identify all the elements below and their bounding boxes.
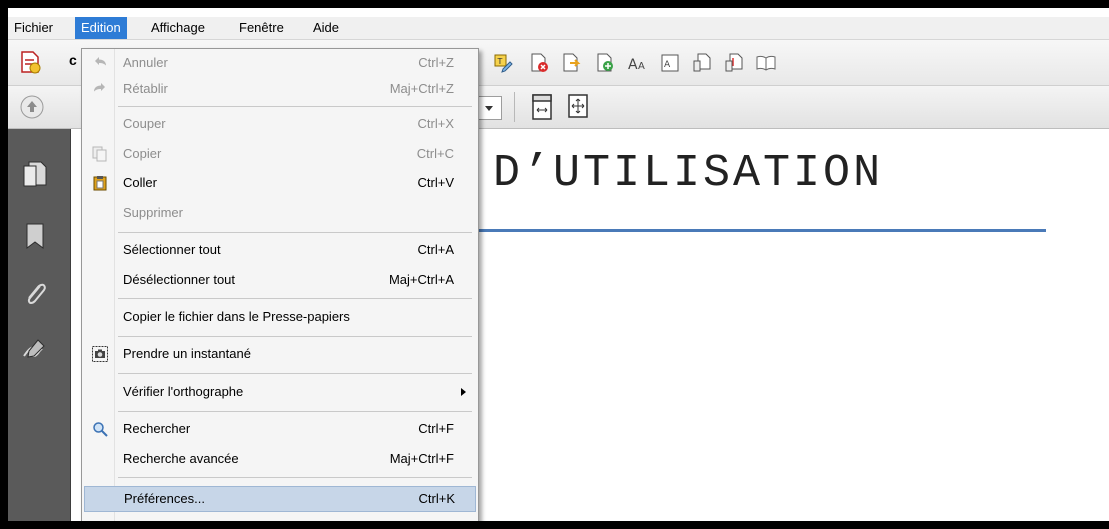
- menu-item-shortcut: Ctrl+F: [418, 421, 454, 436]
- edition-menu: Annuler Ctrl+Z Rétablir Maj+Ctrl+Z Coupe…: [81, 48, 479, 521]
- menu-item-label: Couper: [123, 116, 166, 131]
- title-underline: [403, 229, 1046, 232]
- menu-item-label: Copier le fichier dans le Presse-papiers: [123, 309, 350, 324]
- menu-item-coller[interactable]: Coller Ctrl+V: [84, 170, 474, 196]
- menu-item-label: Rétablir: [123, 81, 168, 96]
- delete-page-icon[interactable]: [529, 53, 549, 73]
- menu-bar: Fichier Edition Affichage Fenêtre Aide: [8, 17, 1109, 40]
- toolbar-divider: [514, 92, 515, 122]
- chevron-down-icon: [485, 106, 493, 111]
- extract-page-icon[interactable]: [561, 53, 581, 73]
- submenu-arrow-icon: [461, 388, 466, 396]
- zoom-dropdown-button[interactable]: [478, 96, 502, 120]
- signature-icon[interactable]: [20, 334, 50, 364]
- menu-item-shortcut: Ctrl+C: [416, 146, 454, 161]
- svg-text:A: A: [638, 61, 645, 72]
- menu-item-shortcut: Maj+Ctrl+Z: [389, 81, 454, 96]
- undo-icon: [95, 57, 106, 66]
- acrobat-window: Fichier Edition Affichage Fenêtre Aide c…: [8, 8, 1109, 521]
- menu-item-retablir[interactable]: Rétablir Maj+Ctrl+Z: [84, 76, 474, 102]
- menu-separator: [118, 411, 472, 412]
- menu-item-prendre-instantane[interactable]: Prendre un instantané: [84, 341, 474, 367]
- menu-item-label: Prendre un instantané: [123, 346, 251, 361]
- menu-item-annuler[interactable]: Annuler Ctrl+Z: [84, 50, 474, 76]
- svg-text:T: T: [497, 57, 503, 66]
- menu-item-label: Rechercher: [123, 421, 191, 436]
- menu-edition[interactable]: Edition: [75, 17, 127, 39]
- redo-icon: [94, 83, 105, 92]
- menu-item-shortcut: Maj+Ctrl+A: [388, 272, 454, 287]
- menu-item-verifier-orthographe[interactable]: Vérifier l'orthographe: [84, 379, 474, 405]
- menu-item-shortcut: Ctrl+X: [417, 116, 454, 131]
- svg-text:A: A: [664, 60, 671, 70]
- menu-item-label: Supprimer: [123, 205, 183, 220]
- page-up-icon[interactable]: [20, 95, 44, 119]
- menu-item-label: Copier: [123, 146, 162, 161]
- menu-item-shortcut: Ctrl+A: [417, 242, 454, 257]
- menu-item-selectionner-tout[interactable]: Sélectionner tout Ctrl+A: [84, 237, 474, 263]
- menu-item-rechercher[interactable]: Rechercher Ctrl+F: [84, 416, 474, 442]
- menu-item-shortcut: Maj+Ctrl+F: [389, 451, 454, 466]
- attachment-icon[interactable]: [20, 279, 50, 309]
- menu-item-label: Recherche avancée: [123, 451, 239, 466]
- menu-item-shortcut: Ctrl+Z: [418, 55, 454, 70]
- navigation-panel: [8, 129, 71, 521]
- menu-separator: [118, 373, 472, 374]
- menu-item-label: Préférences...: [124, 491, 205, 506]
- menu-item-label: Coller: [123, 175, 157, 190]
- text-size-icon[interactable]: A A: [628, 53, 648, 73]
- fit-page-icon[interactable]: [530, 94, 554, 120]
- create-pdf-icon[interactable]: [18, 50, 42, 74]
- menu-item-couper[interactable]: Couper Ctrl+X: [84, 111, 474, 137]
- menu-separator: [118, 477, 472, 478]
- menu-item-label: Sélectionner tout: [123, 242, 221, 257]
- menu-separator: [118, 232, 472, 233]
- image-icon[interactable]: A: [660, 53, 680, 73]
- menu-item-copier-fichier[interactable]: Copier le fichier dans le Presse-papiers: [84, 304, 474, 330]
- fit-width-icon[interactable]: [566, 94, 590, 120]
- book-icon[interactable]: [756, 53, 776, 73]
- menu-item-deselectionner-tout[interactable]: Désélectionner tout Maj+Ctrl+A: [84, 267, 474, 293]
- menu-separator: [118, 106, 472, 107]
- svg-text:A: A: [628, 57, 638, 73]
- menu-item-shortcut: Ctrl+V: [417, 175, 454, 190]
- pages-icon[interactable]: [20, 159, 50, 189]
- highlight-icon[interactable]: T: [493, 53, 513, 73]
- menu-item-label: Désélectionner tout: [123, 272, 236, 287]
- menu-fenetre[interactable]: Fenêtre: [233, 17, 290, 39]
- menu-separator: [118, 336, 472, 337]
- camera-icon: [92, 346, 108, 362]
- paste-icon: [93, 176, 107, 191]
- toolbar-partial-label: c: [69, 52, 77, 68]
- menu-fichier[interactable]: Fichier: [8, 17, 59, 39]
- menu-item-shortcut: Ctrl+K: [418, 491, 455, 506]
- document-icon[interactable]: [692, 53, 712, 73]
- search-icon: [93, 422, 108, 437]
- menu-item-copier[interactable]: Copier Ctrl+C: [84, 141, 474, 167]
- menu-aide[interactable]: Aide: [307, 17, 345, 39]
- menu-item-preferences[interactable]: Préférences... Ctrl+K: [84, 486, 476, 512]
- document-icon[interactable]: [724, 53, 744, 73]
- menu-separator: [118, 298, 472, 299]
- menu-affichage[interactable]: Affichage: [145, 17, 211, 39]
- bookmark-icon[interactable]: [20, 221, 50, 251]
- menu-item-supprimer[interactable]: Supprimer: [84, 200, 474, 226]
- menu-item-recherche-avancee[interactable]: Recherche avancée Maj+Ctrl+F: [84, 446, 474, 472]
- insert-page-icon[interactable]: [595, 53, 615, 73]
- menu-item-label: Annuler: [123, 55, 168, 70]
- menu-item-label: Vérifier l'orthographe: [123, 384, 244, 399]
- copy-icon: [92, 146, 107, 162]
